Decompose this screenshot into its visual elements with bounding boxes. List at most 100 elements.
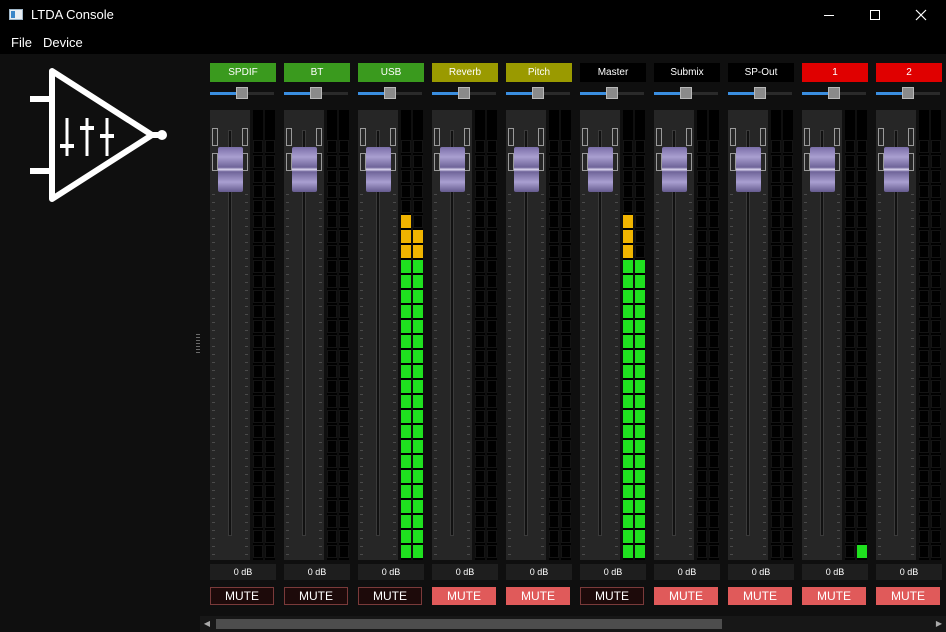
- meter-segment: [635, 320, 645, 333]
- pan-slider[interactable]: [432, 86, 498, 102]
- meter-segment: [845, 530, 855, 543]
- volume-fader[interactable]: [654, 110, 720, 560]
- pan-slider-thumb[interactable]: [754, 87, 766, 99]
- pan-slider[interactable]: [506, 86, 572, 102]
- meter-segment: [253, 260, 263, 273]
- fader-knob[interactable]: [440, 147, 465, 192]
- mute-button[interactable]: MUTE: [432, 587, 496, 605]
- meter-segment: [697, 380, 707, 393]
- mute-button[interactable]: MUTE: [654, 587, 718, 605]
- maximize-button[interactable]: [852, 0, 898, 30]
- meter-segment: [783, 335, 793, 348]
- pan-slider-thumb[interactable]: [458, 87, 470, 99]
- meter-segment: [635, 410, 645, 423]
- mute-button[interactable]: MUTE: [358, 587, 422, 605]
- scroll-right-icon[interactable]: ▶: [932, 616, 946, 632]
- volume-fader[interactable]: [358, 110, 424, 560]
- meter-segment: [327, 395, 337, 408]
- meter-segment: [931, 410, 941, 423]
- meter-segment: [697, 440, 707, 453]
- meter-segment: [327, 335, 337, 348]
- meter-segment: [475, 170, 485, 183]
- horizontal-scrollbar[interactable]: ◀ ▶: [200, 616, 946, 632]
- volume-fader[interactable]: [802, 110, 868, 560]
- pan-slider[interactable]: [802, 86, 868, 102]
- mute-button[interactable]: MUTE: [876, 587, 940, 605]
- channel-strip: 2 0 dB MUTE: [876, 54, 942, 616]
- meter-segment: [475, 365, 485, 378]
- fader-knob[interactable]: [662, 147, 687, 192]
- close-button[interactable]: [898, 0, 944, 30]
- minimize-button[interactable]: [806, 0, 852, 30]
- meter-segment: [919, 215, 929, 228]
- meter-segment: [783, 455, 793, 468]
- meter-segment: [931, 260, 941, 273]
- fader-knob[interactable]: [366, 147, 391, 192]
- mute-button[interactable]: MUTE: [580, 587, 644, 605]
- menu-device[interactable]: Device: [43, 35, 83, 50]
- mute-button[interactable]: MUTE: [506, 587, 570, 605]
- meter-segment: [487, 305, 497, 318]
- meter-segment: [845, 380, 855, 393]
- meter-segment: [413, 485, 423, 498]
- meter-segment: [623, 380, 633, 393]
- meter-segment: [339, 365, 349, 378]
- pan-slider[interactable]: [580, 86, 646, 102]
- fader-knob[interactable]: [588, 147, 613, 192]
- meter-segment: [253, 485, 263, 498]
- meter-segment: [845, 455, 855, 468]
- pan-slider-thumb[interactable]: [236, 87, 248, 99]
- meter-segment: [845, 170, 855, 183]
- volume-fader[interactable]: [580, 110, 646, 560]
- mute-button[interactable]: MUTE: [210, 587, 274, 605]
- meter-segment: [265, 305, 275, 318]
- meter-segment: [771, 155, 781, 168]
- meter-segment: [709, 320, 719, 333]
- meter-segment: [697, 185, 707, 198]
- meter-segment: [549, 380, 559, 393]
- meter-segment: [253, 200, 263, 213]
- meter-segment: [635, 140, 645, 153]
- fader-knob[interactable]: [810, 147, 835, 192]
- mute-button[interactable]: MUTE: [728, 587, 792, 605]
- meter-segment: [845, 230, 855, 243]
- fader-knob[interactable]: [292, 147, 317, 192]
- pan-slider-thumb[interactable]: [532, 87, 544, 99]
- mute-button[interactable]: MUTE: [284, 587, 348, 605]
- scrollbar-thumb[interactable]: [216, 619, 722, 629]
- volume-fader[interactable]: [284, 110, 350, 560]
- menu-file[interactable]: File: [11, 35, 32, 50]
- meter-segment: [401, 395, 411, 408]
- pan-slider[interactable]: [210, 86, 276, 102]
- volume-fader[interactable]: [432, 110, 498, 560]
- meter-segment: [697, 200, 707, 213]
- pan-slider[interactable]: [876, 86, 942, 102]
- pan-slider[interactable]: [654, 86, 720, 102]
- pan-slider-thumb[interactable]: [606, 87, 618, 99]
- pan-slider-thumb[interactable]: [828, 87, 840, 99]
- fader-knob[interactable]: [736, 147, 761, 192]
- fader-knob[interactable]: [514, 147, 539, 192]
- meter-segment: [919, 395, 929, 408]
- meter-segment: [339, 380, 349, 393]
- meter-segment: [697, 350, 707, 363]
- pan-slider-thumb[interactable]: [680, 87, 692, 99]
- pan-slider-thumb[interactable]: [384, 87, 396, 99]
- fader-knob[interactable]: [218, 147, 243, 192]
- volume-fader[interactable]: [728, 110, 794, 560]
- meter-segment: [845, 185, 855, 198]
- meter-segment: [413, 335, 423, 348]
- pan-slider-thumb[interactable]: [310, 87, 322, 99]
- volume-fader[interactable]: [506, 110, 572, 560]
- scroll-left-icon[interactable]: ◀: [200, 616, 214, 632]
- pan-slider[interactable]: [358, 86, 424, 102]
- mute-button[interactable]: MUTE: [802, 587, 866, 605]
- volume-fader[interactable]: [210, 110, 276, 560]
- volume-fader[interactable]: [876, 110, 942, 560]
- fader-knob[interactable]: [884, 147, 909, 192]
- meter-segment: [475, 440, 485, 453]
- pan-slider[interactable]: [728, 86, 794, 102]
- pan-slider-thumb[interactable]: [902, 87, 914, 99]
- meter-segment: [623, 545, 633, 558]
- pan-slider[interactable]: [284, 86, 350, 102]
